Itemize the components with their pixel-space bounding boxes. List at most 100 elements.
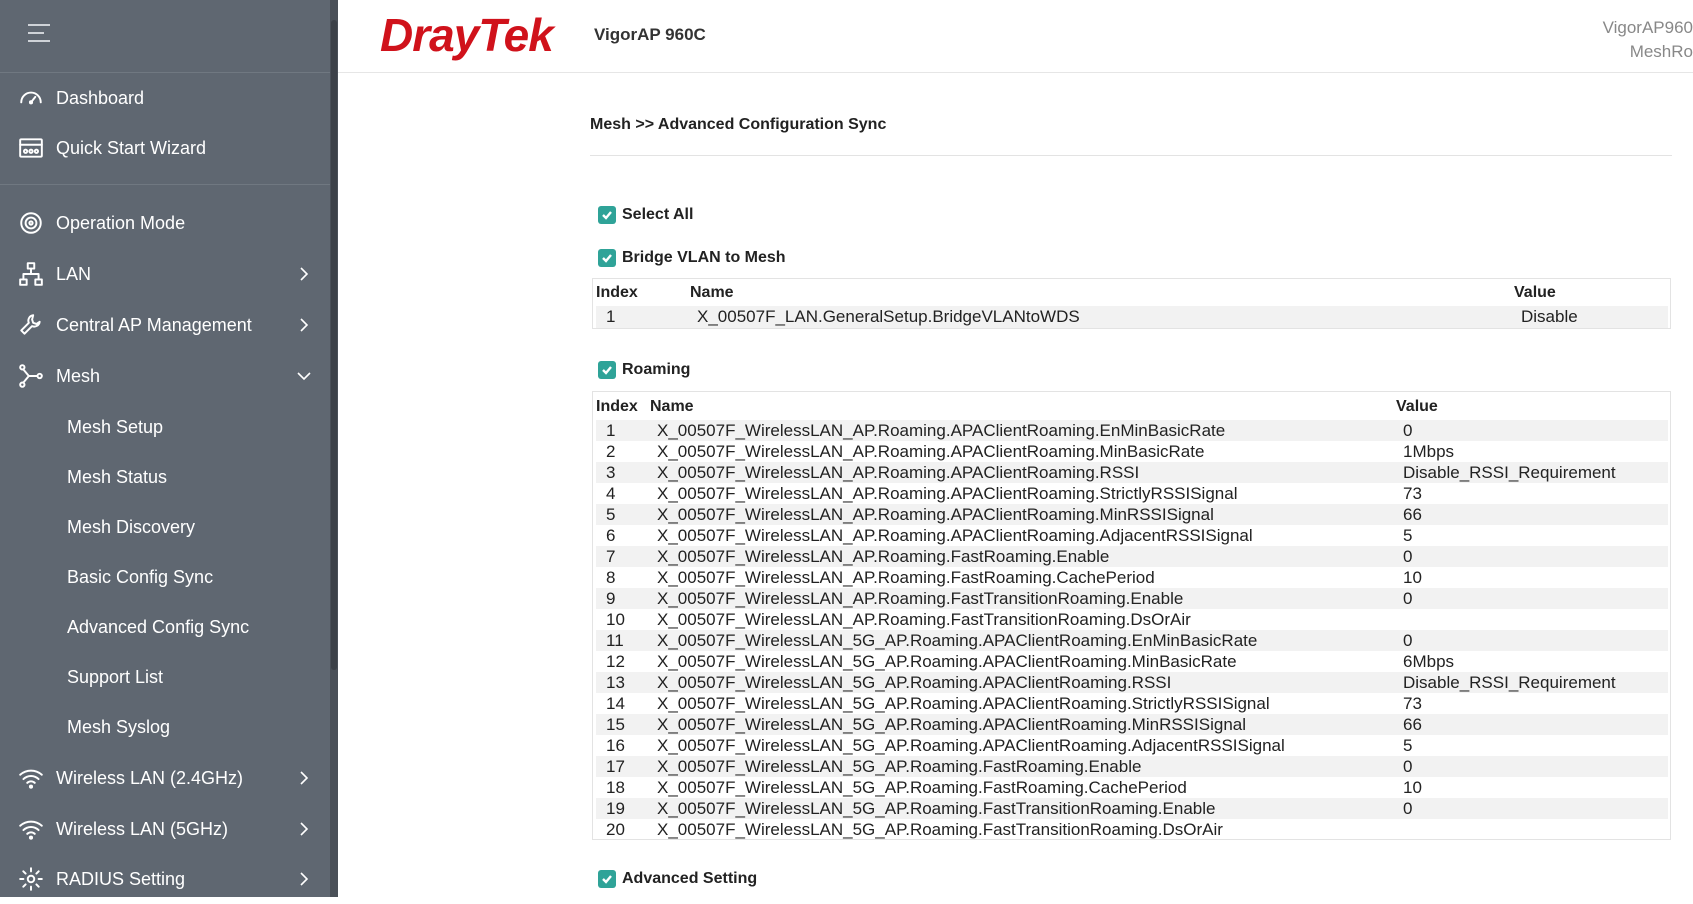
column-header-name: Name [690,284,734,301]
chevron-down-icon [296,368,312,384]
cell-value: Disable_RSSI_Requirement [1396,672,1668,693]
bridge-vlan-table: Index Name Value 1 X_00507F_LAN.GeneralSe… [596,280,1668,328]
hamburger-menu-icon[interactable] [28,24,52,44]
sidebar-item-label: Operation Mode [56,212,186,233]
bridge-vlan-checkbox[interactable]: Bridge VLAN to Mesh [598,249,786,267]
cell-index: 8 [606,567,616,587]
cell-name: X_00507F_WirelessLAN_5G_AP.Roaming.APACl… [650,630,1396,651]
cell-name: X_00507F_WirelessLAN_AP.Roaming.FastRoam… [657,567,1155,587]
advanced-setting-checkbox[interactable]: Advanced Setting [598,870,757,888]
select-all-label: Select All [622,206,694,223]
cell-name: X_00507F_WirelessLAN_AP.Roaming.APAClien… [657,483,1238,503]
column-header-value: Value [1514,284,1556,301]
sidebar-item-wireless-lan-24[interactable]: Wireless LAN (2.4GHz) [0,753,330,803]
sidebar-item-central-ap-management[interactable]: Central AP Management [0,300,330,350]
table-row: 20 X_00507F_WirelessLAN_5G_AP.Roaming.Fas… [596,819,1668,840]
cell-value [1396,609,1668,630]
cell-index: 11 [596,630,650,651]
cell-name: X_00507F_WirelessLAN_AP.Roaming.FastRoam… [650,546,1396,567]
table-row: 18 X_00507F_WirelessLAN_5G_AP.Roaming.Fas… [596,777,1668,798]
cell-name: X_00507F_WirelessLAN_AP.Roaming.APAClien… [657,441,1205,461]
cell-index: 1 [596,420,650,441]
sidebar-subitem-mesh-syslog[interactable]: Mesh Syslog [0,703,330,751]
sidebar-scrollbar-thumb[interactable] [331,20,337,670]
wifi-icon [18,765,44,791]
sidebar-item-label: LAN [56,263,92,284]
cell-name: X_00507F_WirelessLAN_5G_AP.Roaming.APACl… [657,735,1285,755]
cell-index: 20 [606,819,625,839]
cell-index: 4 [606,483,616,503]
wizard-icon [18,135,44,161]
gauge-icon [18,85,44,111]
sidebar-item-operation-mode[interactable]: Operation Mode [0,198,330,248]
device-name: VigorAP960 [1602,18,1693,37]
cell-index: 13 [596,672,650,693]
cell-value: 0 [1396,756,1668,777]
checkbox-checked-icon [598,870,616,888]
checkbox-checked-icon [598,206,616,224]
sidebar-subitem-label: Advanced Config Sync [67,616,250,637]
network-icon [18,261,44,287]
column-header-index: Index [596,398,638,415]
cell-index: 10 [606,609,625,629]
cell-value: 5 [1403,735,1413,755]
sidebar-item-lan[interactable]: LAN [0,249,330,299]
sidebar-item-wireless-lan-5[interactable]: Wireless LAN (5GHz) [0,804,330,854]
sidebar-subitem-label: Basic Config Sync [67,566,214,587]
chevron-right-icon [296,317,312,333]
table-row: 16 X_00507F_WirelessLAN_5G_AP.Roaming.APA… [596,735,1668,756]
chevron-right-icon [296,770,312,786]
sidebar-divider [0,184,330,185]
roaming-checkbox[interactable]: Roaming [598,361,690,379]
cell-value: Disable_RSSI_Requirement [1396,462,1668,483]
sidebar-item-dashboard[interactable]: Dashboard [0,73,330,123]
cell-index: 2 [606,441,616,461]
table-row: 17 X_00507F_WirelessLAN_5G_AP.Roaming.Fas… [596,756,1668,777]
model-name: VigorAP 960C [594,25,706,44]
wrench-icon [18,312,44,338]
table-row: 9 X_00507F_WirelessLAN_AP.Roaming.FastTra… [596,588,1668,609]
cell-name: X_00507F_WirelessLAN_AP.Roaming.APAClien… [657,525,1253,545]
sidebar-subitem-support-list[interactable]: Support List [0,653,330,701]
checkbox-checked-icon [598,361,616,379]
operation-mode-icon [18,210,44,236]
table-row: 3 X_00507F_WirelessLAN_AP.Roaming.APAClie… [596,462,1668,483]
sidebar-item-mesh[interactable]: Mesh [0,351,330,401]
select-all-checkbox[interactable]: Select All [598,206,693,224]
cell-value: Disable [1514,306,1668,328]
table-row: 2 X_00507F_WirelessLAN_AP.Roaming.APAClie… [596,441,1668,462]
sidebar-subitem-advanced-config-sync[interactable]: Advanced Config Sync [0,603,330,651]
sidebar-subitem-label: Mesh Setup [67,416,164,437]
cell-index: 15 [596,714,650,735]
breadcrumb-divider [590,155,1672,156]
chevron-right-icon [296,266,312,282]
table-row: 8 X_00507F_WirelessLAN_AP.Roaming.FastRoa… [596,567,1668,588]
cell-index: 6 [606,525,616,545]
cell-index: 19 [596,798,650,819]
sidebar-subitem-label: Support List [67,666,164,687]
cell-value: 66 [1396,504,1668,525]
sidebar-subitem-label: Mesh Syslog [67,716,171,737]
chevron-right-icon [296,821,312,837]
cell-name: X_00507F_WirelessLAN_AP.Roaming.APAClien… [650,420,1396,441]
cell-name: X_00507F_WirelessLAN_AP.Roaming.FastTran… [657,609,1191,629]
cell-name: X_00507F_WirelessLAN_5G_AP.Roaming.FastT… [657,819,1223,839]
sidebar-subitem-basic-config-sync[interactable]: Basic Config Sync [0,553,330,601]
sidebar-item-quick-start-wizard[interactable]: Quick Start Wizard [0,123,330,173]
sidebar-item-label: Central AP Management [56,314,252,335]
sidebar-subitem-mesh-status[interactable]: Mesh Status [0,453,330,501]
header: DrayTek VigorAP 960C VigorAP960 MeshRo [338,0,1693,73]
advanced-setting-label: Advanced Setting [622,870,758,887]
sidebar-subitem-mesh-discovery[interactable]: Mesh Discovery [0,503,330,551]
sidebar-item-label: Dashboard [56,87,145,108]
roaming-label: Roaming [622,361,691,378]
cell-name: X_00507F_WirelessLAN_5G_AP.Roaming.FastR… [657,777,1187,797]
cell-value: 66 [1396,714,1668,735]
cell-index: 7 [596,546,650,567]
table-row: 13 X_00507F_WirelessLAN_5G_AP.Roaming.APA… [596,672,1668,693]
table-row: 11 X_00507F_WirelessLAN_5G_AP.Roaming.APA… [596,630,1668,651]
table-row: 4 X_00507F_WirelessLAN_AP.Roaming.APAClie… [596,483,1668,504]
sidebar-subitem-mesh-setup[interactable]: Mesh Setup [0,403,330,451]
device-info: VigorAP960 MeshRo [1603,16,1693,64]
cell-index: 14 [606,693,625,713]
